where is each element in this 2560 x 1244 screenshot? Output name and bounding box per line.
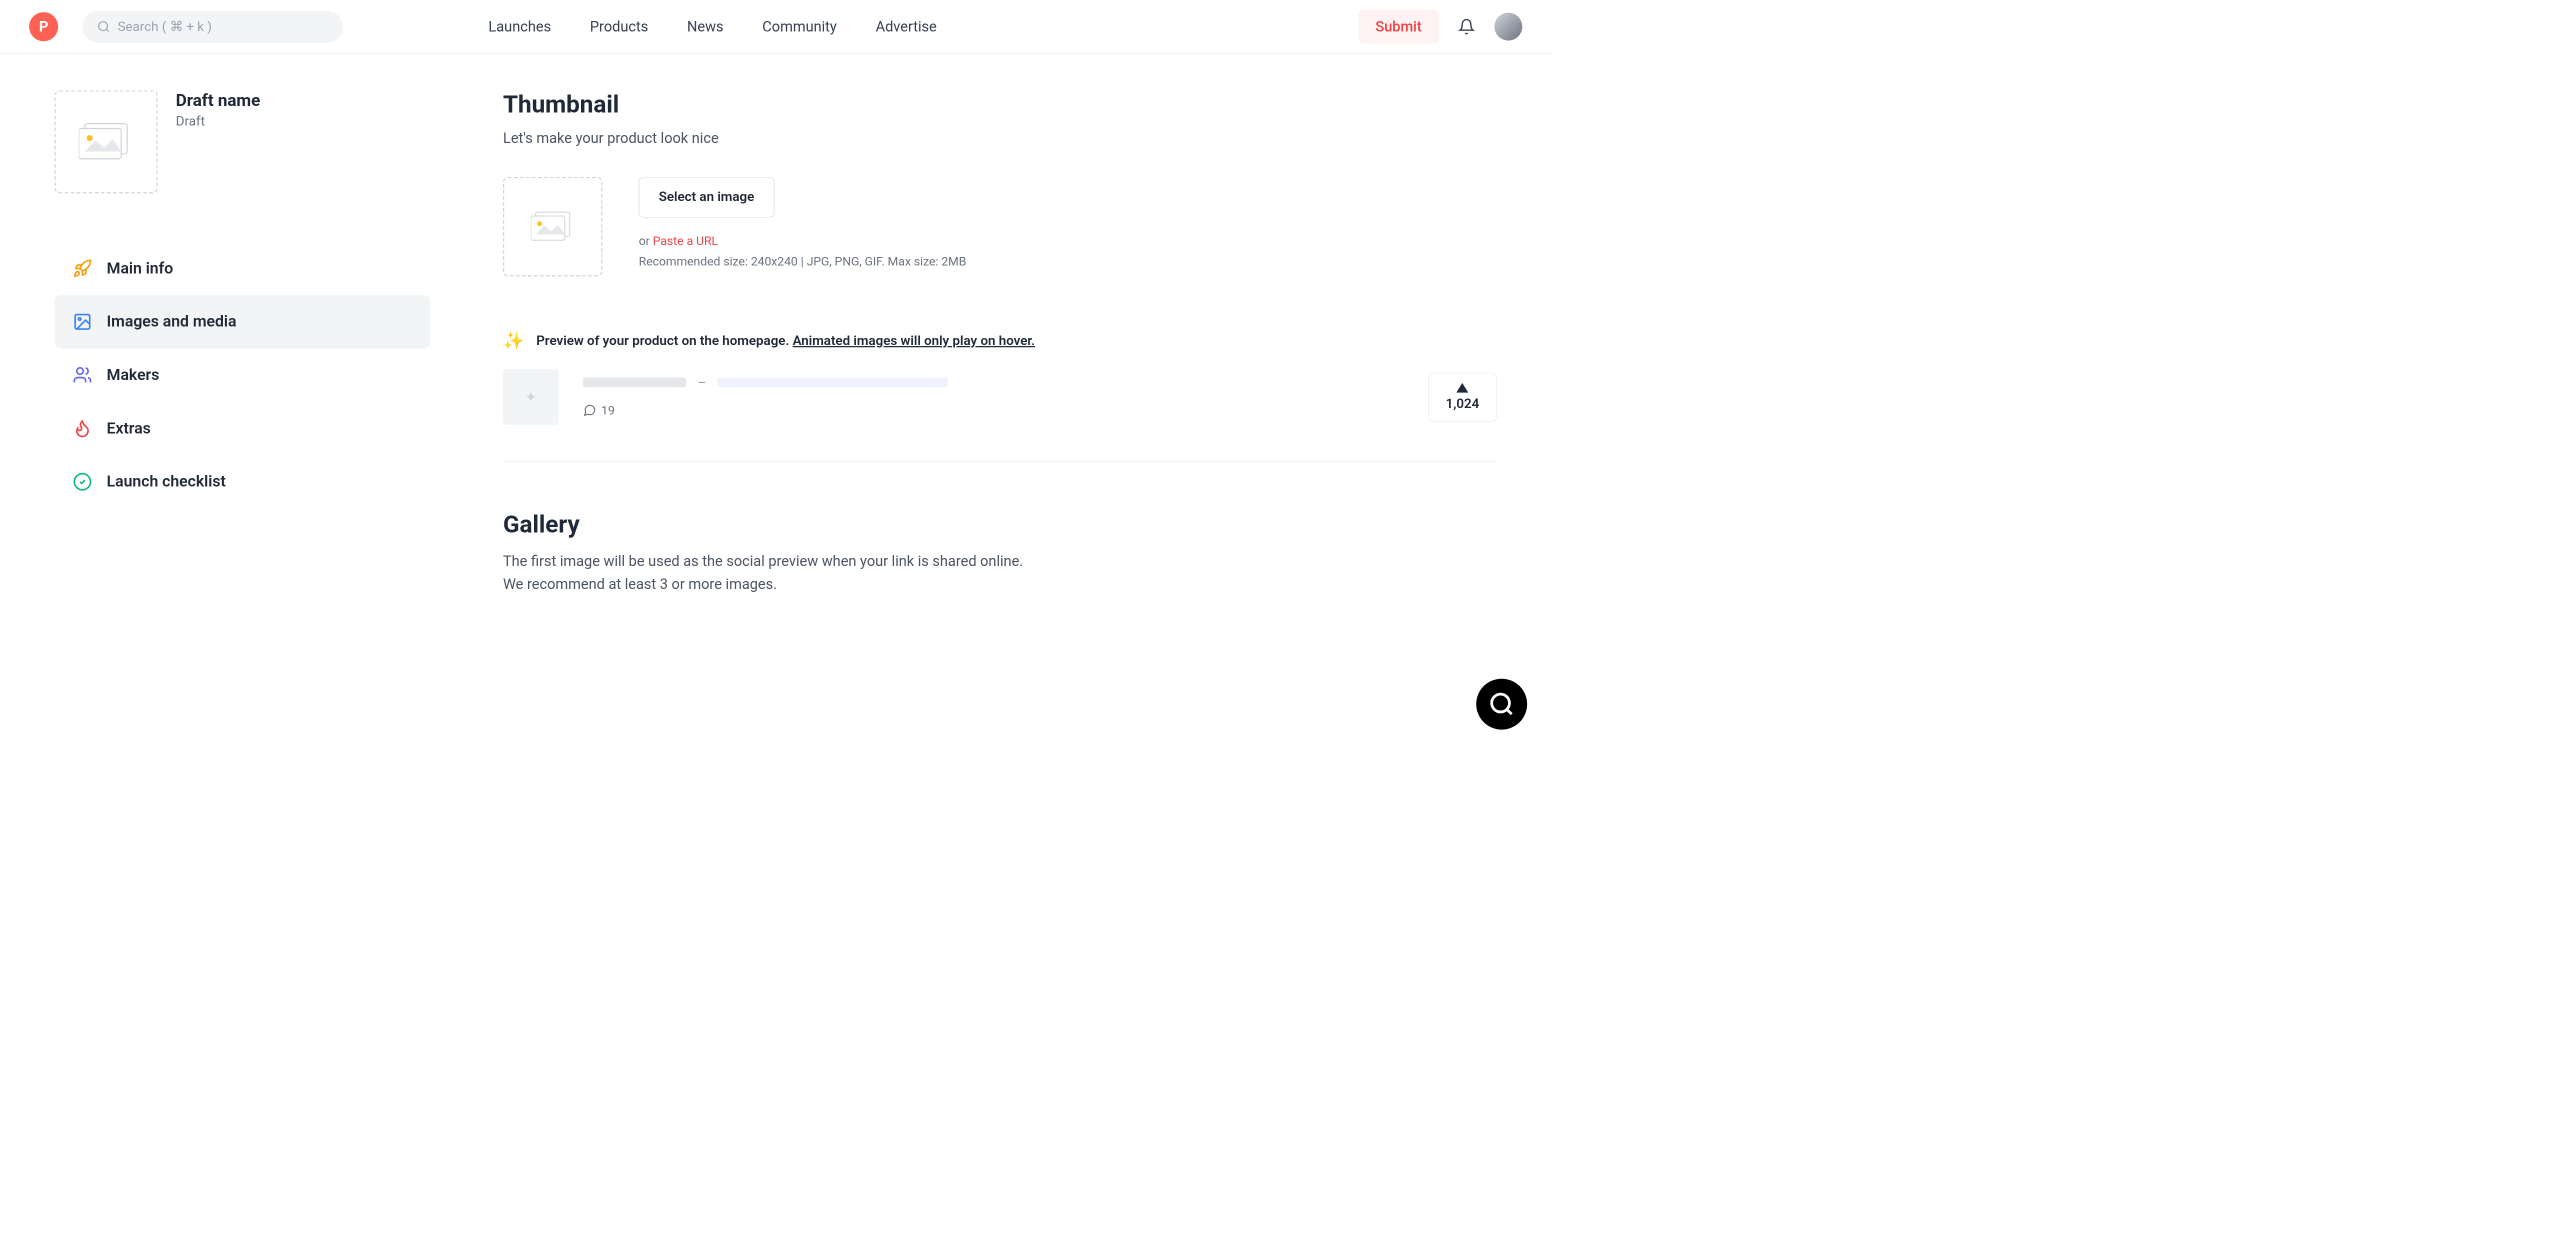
nav-community[interactable]: Community (762, 18, 837, 35)
sidebar-item-label: Images and media (107, 313, 237, 331)
paste-url-link[interactable]: Paste a URL (653, 233, 718, 248)
avatar[interactable] (1494, 13, 1522, 41)
users-icon (73, 365, 92, 384)
sidebar: Draft name Draft Main info Images and me… (55, 90, 431, 596)
thumbnail-actions: Select an image or Paste a URL Recommend… (639, 177, 967, 269)
rocket-icon (73, 259, 92, 278)
header: P Search ( ⌘ + k ) Launches Products New… (0, 0, 1551, 54)
sidebar-item-label: Extras (107, 419, 151, 437)
sidebar-item-main-info[interactable]: Main info (55, 242, 431, 295)
comment-icon (583, 403, 596, 416)
draft-thumbnail-placeholder (55, 90, 158, 193)
preview-section: ✨ Preview of your product on the homepag… (503, 331, 1497, 462)
sparkle-icon: ✨ (503, 331, 524, 351)
gallery-text-line1: The first image will be used as the soci… (503, 550, 1497, 573)
thumbnail-title: Thumbnail (503, 90, 1497, 118)
upvote-icon (1456, 383, 1468, 393)
preview-text-prefix: Preview of your product on the homepage. (536, 333, 792, 348)
image-placeholder-icon (531, 210, 575, 244)
comment-count-row: 19 (583, 403, 1404, 418)
draft-card: Draft name Draft (55, 90, 431, 193)
search-icon (97, 20, 110, 33)
page-body: Draft name Draft Main info Images and me… (0, 54, 1551, 633)
draft-title: Draft name (176, 90, 261, 110)
sidebar-item-label: Makers (107, 366, 160, 384)
draft-status: Draft (176, 114, 261, 129)
preview-thumb: ✦ (503, 369, 559, 425)
top-nav: Launches Products News Community Adverti… (488, 18, 936, 35)
logo-letter: P (39, 18, 48, 35)
preview-content: — 19 (583, 377, 1404, 418)
recommended-text: Recommended size: 240x240 | JPG, PNG, GI… (639, 254, 967, 269)
header-right: Submit (1358, 10, 1522, 44)
sidebar-item-label: Main info (107, 259, 173, 277)
sidebar-item-images-media[interactable]: Images and media (55, 295, 431, 348)
preview-text: Preview of your product on the homepage.… (536, 333, 1035, 348)
zoom-icon (1488, 691, 1515, 718)
preview-card: ✦ — 19 1,024 (503, 369, 1497, 462)
thumbnail-upload-row: Select an image or Paste a URL Recommend… (503, 177, 1497, 276)
thumbnail-subtitle: Let's make your product look nice (503, 130, 1497, 147)
gallery-text-line2: We recommend at least 3 or more images. (503, 573, 1497, 596)
gallery-title: Gallery (503, 510, 1497, 538)
or-text: or (639, 233, 653, 248)
upvote-button[interactable]: 1,024 (1428, 372, 1497, 421)
select-image-button[interactable]: Select an image (639, 177, 775, 218)
sidebar-item-makers[interactable]: Makers (55, 348, 431, 401)
search-placeholder: Search ( ⌘ + k ) (118, 19, 212, 34)
nav-advertise[interactable]: Advertise (876, 18, 937, 35)
nav-products[interactable]: Products (590, 18, 648, 35)
upvote-count: 1,024 (1446, 396, 1480, 411)
dash: — (698, 377, 705, 389)
image-icon (73, 312, 92, 331)
preview-skeleton: — (583, 377, 1404, 389)
draft-meta: Draft name Draft (176, 90, 261, 129)
submit-button[interactable]: Submit (1358, 10, 1438, 44)
main-content: Thumbnail Let's make your product look n… (503, 90, 1497, 596)
preview-header: ✨ Preview of your product on the homepag… (503, 331, 1497, 351)
sidebar-item-label: Launch checklist (107, 473, 226, 491)
skeleton-bar (718, 378, 948, 388)
gallery-section: Gallery The first image will be used as … (503, 510, 1497, 596)
or-paste-row: or Paste a URL (639, 233, 967, 248)
skeleton-bar (583, 378, 686, 388)
thumbnail-dropzone[interactable] (503, 177, 602, 276)
check-circle-icon (73, 472, 92, 491)
fire-icon (73, 419, 92, 438)
sidebar-item-extras[interactable]: Extras (55, 402, 431, 455)
search-input[interactable]: Search ( ⌘ + k ) (82, 11, 343, 43)
logo[interactable]: P (29, 12, 58, 41)
nav-news[interactable]: News (687, 18, 724, 35)
bell-icon[interactable] (1458, 18, 1475, 35)
nav-launches[interactable]: Launches (488, 18, 551, 35)
sidebar-item-launch-checklist[interactable]: Launch checklist (55, 455, 431, 508)
image-placeholder-icon (79, 121, 134, 162)
comment-count: 19 (601, 403, 615, 418)
help-button[interactable] (1476, 679, 1527, 730)
side-nav: Main info Images and media Makers Extras… (55, 242, 431, 509)
preview-link[interactable]: Animated images will only play on hover. (793, 333, 1035, 348)
